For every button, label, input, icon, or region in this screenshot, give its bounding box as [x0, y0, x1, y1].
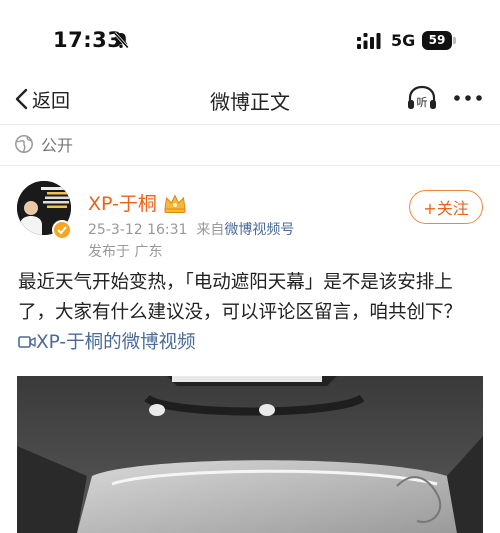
signal-icon: [357, 33, 381, 49]
nav-bar: 返回 微博正文 听: [0, 78, 500, 120]
video-link-label[interactable]: XP-于桐的微博视频: [36, 332, 196, 353]
post-video-thumbnail[interactable]: [17, 376, 483, 533]
post-date: 25-3-12 16:31: [88, 222, 188, 238]
status-bar: 17:33 5G 59: [0, 0, 500, 78]
post-body: 最近天气开始变热，「电动遮阳天幕」是不是该安排上了，大家有什么建议没，可以评论区…: [18, 272, 463, 323]
post-text: 最近天气开始变热，「电动遮阳天幕」是不是该安排上了，大家有什么建议没，可以评论区…: [18, 268, 484, 358]
divider: [0, 165, 500, 166]
post-meta: 25-3-12 16:31 来自微博视频号: [88, 219, 294, 239]
bell-muted-icon: [113, 31, 129, 49]
more-icon[interactable]: [452, 88, 484, 108]
headphones-listen-icon[interactable]: 听: [406, 84, 438, 112]
listen-label: 听: [417, 96, 428, 109]
divider: [0, 124, 500, 125]
follow-button[interactable]: +关注: [409, 190, 483, 224]
username[interactable]: XP-于桐: [88, 189, 157, 216]
visibility-row: 公开: [14, 131, 73, 157]
source-prefix: 来自: [196, 222, 225, 238]
username-row[interactable]: XP-于桐: [88, 189, 188, 216]
battery-level: 59: [422, 31, 452, 50]
battery-icon: 59: [422, 31, 456, 50]
post-location: 发布于 广东: [88, 244, 163, 260]
verified-badge-icon: [52, 220, 72, 240]
video-link[interactable]: XP-于桐的微博视频: [18, 332, 196, 353]
video-thumbnail-image: [17, 376, 483, 533]
source-link[interactable]: 微博视频号: [224, 222, 294, 238]
visibility-label: 公开: [41, 136, 74, 155]
vip-crown-icon: [164, 193, 186, 213]
globe-icon: [15, 135, 33, 153]
video-icon: [18, 336, 36, 348]
network-type: 5G: [391, 31, 416, 50]
